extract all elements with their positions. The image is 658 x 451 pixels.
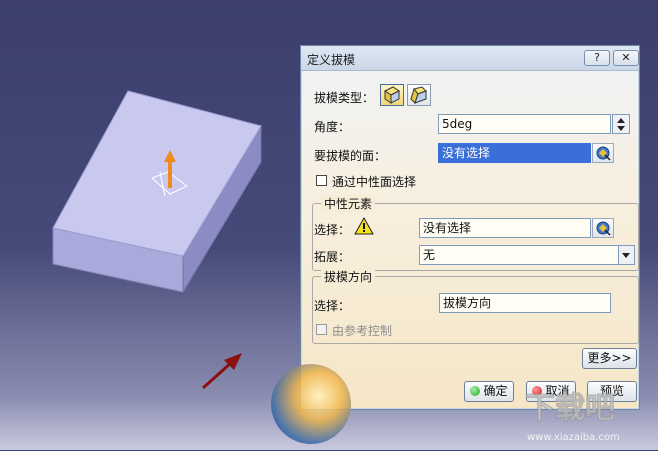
angle-label: 角度： [314,120,351,134]
warning-icon [354,217,374,235]
angle-input[interactable]: 5deg [438,114,611,134]
more-button[interactable]: 更多>> [582,348,637,369]
draft-direction-field[interactable]: 拔模方向 [439,293,611,313]
catia-logo [271,364,351,444]
ok-label: 确定 [483,384,508,398]
selection-tool-icon [596,221,611,236]
spin-up-icon[interactable] [617,118,625,123]
angle-spinner[interactable] [612,114,630,134]
variable-angle-draft-button[interactable] [407,84,431,106]
faces-picker-button[interactable] [592,143,614,163]
dialog-title: 定义拔模 [307,53,356,67]
watermark-logo: 下载吧 www.xiazaiba.com [525,391,620,444]
selection-tool-icon [596,146,611,161]
faces-to-draft-label: 要拔模的面： [314,149,387,163]
help-button[interactable]: ? [584,50,610,66]
define-draft-dialog: 定义拔模 ? ✕ 拔模类型： 角度： 5deg 要拔模的面： 没有选择 通过中性… [271,45,640,444]
reference-control-checkbox[interactable] [316,324,327,335]
faces-to-draft-field[interactable]: 没有选择 [438,143,591,163]
chevron-down-icon [622,253,630,258]
spin-down-icon[interactable] [617,126,625,131]
neutral-select-label: 选择： [314,223,351,237]
neutral-element-field[interactable]: 没有选择 [419,218,591,238]
pointer-arrow-icon [201,353,242,390]
constant-draft-icon [384,86,400,104]
draft-type-label: 拔模类型： [314,91,375,105]
propagation-dropdown-button[interactable] [618,245,635,265]
neutral-picker-button[interactable] [592,218,614,238]
ok-icon [470,386,481,396]
propagation-label: 拓展： [314,250,351,264]
site-watermark: 下载吧 www.xiazaiba.com [505,378,655,448]
neutral-element-group-title: 中性元素 [321,195,376,212]
constant-angle-draft-button[interactable] [380,84,404,106]
reference-control-label: 由参考控制 [332,324,393,338]
neutral-face-selection-checkbox[interactable] [316,175,327,186]
direction-select-label: 选择： [314,299,351,313]
watermark-url: www.xiazaiba.com [527,432,620,443]
neutral-face-selection-label: 通过中性面选择 [332,175,417,189]
variable-draft-icon [410,86,427,104]
dialog-titlebar[interactable]: 定义拔模 ? ✕ [301,46,639,71]
close-button[interactable]: ✕ [613,50,639,66]
box-top-face [52,90,262,257]
watermark-text: 下载吧 [525,391,615,426]
propagation-select[interactable]: 无 [419,245,619,265]
draft-direction-group-title: 拔模方向 [321,268,376,285]
